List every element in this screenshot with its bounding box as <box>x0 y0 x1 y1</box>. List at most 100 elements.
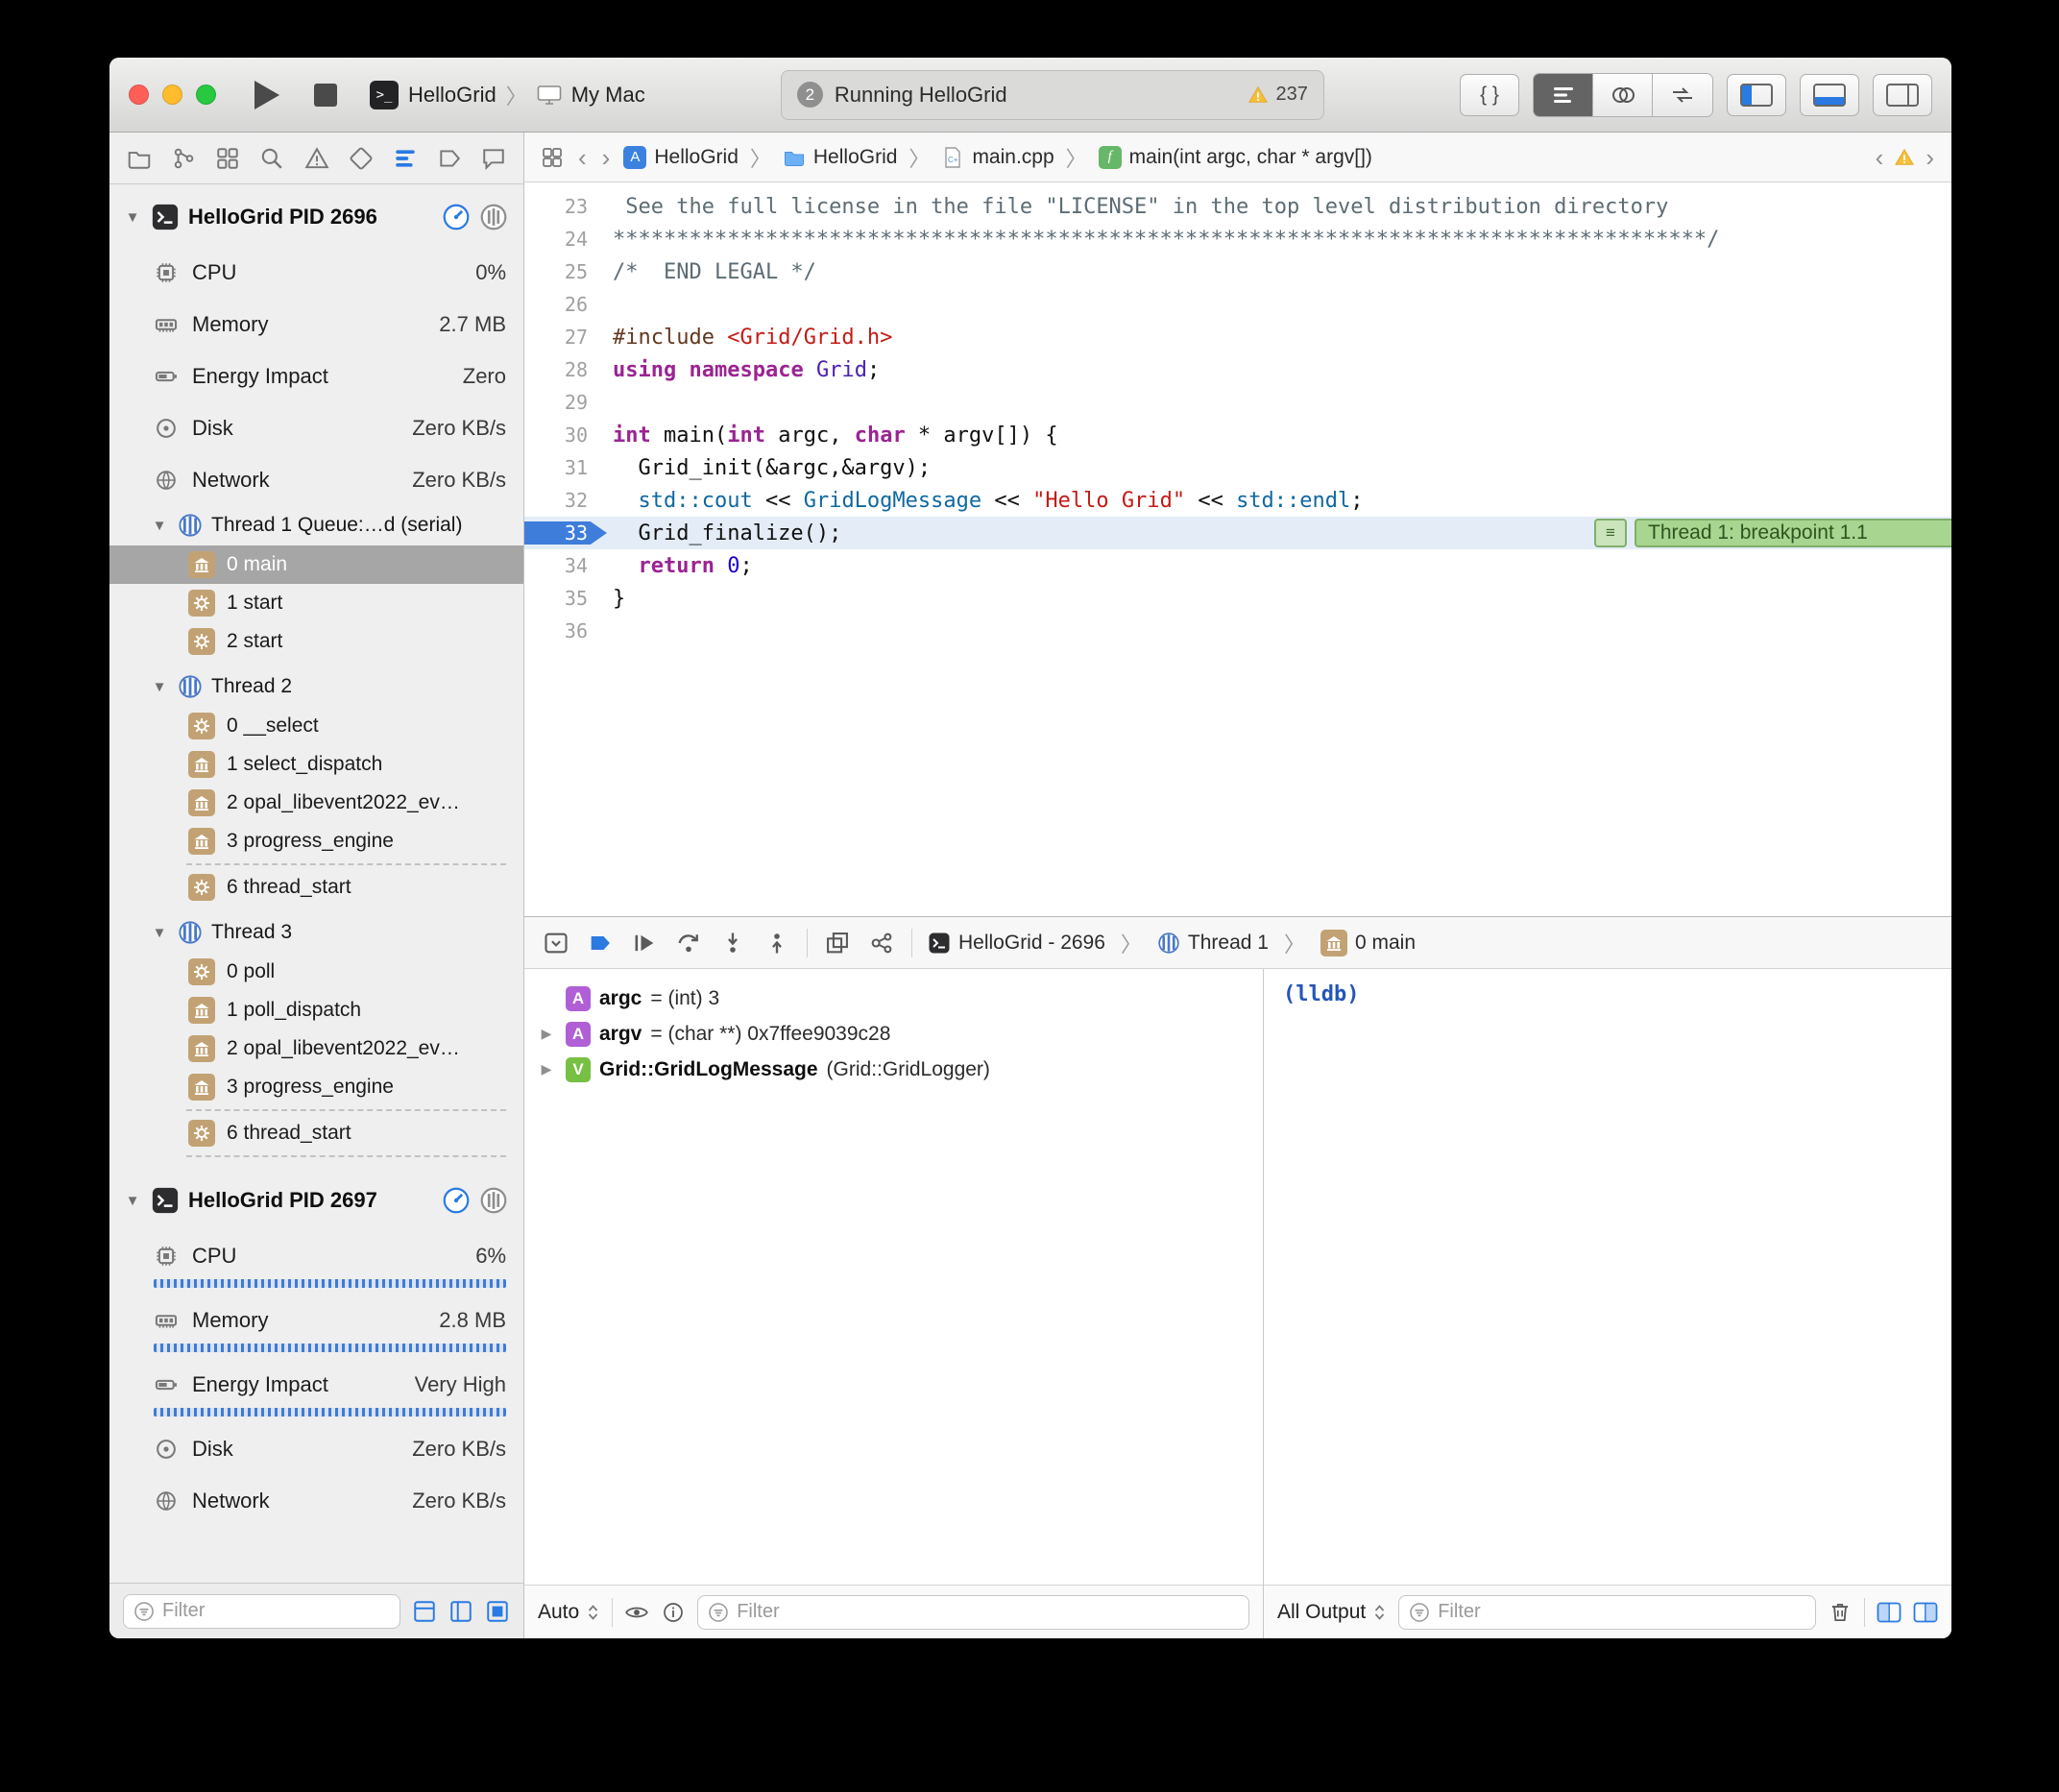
process-row[interactable]: ▼HelloGrid PID 2696 <box>109 194 523 240</box>
disclosure-triangle[interactable]: ▼ <box>123 209 142 226</box>
source-control-navigator-tab[interactable] <box>169 144 198 173</box>
code-line-25[interactable]: 25/* END LEGAL */ <box>524 255 1951 288</box>
toggle-debug-area-button[interactable] <box>1800 74 1859 116</box>
frame-row[interactable]: 1 start <box>109 584 523 622</box>
code-line-29[interactable]: 29 <box>524 386 1951 419</box>
frame-row[interactable]: 1 select_dispatch <box>109 745 523 784</box>
breadcrumb-project[interactable]: A HelloGrid <box>623 146 739 169</box>
next-issue-button[interactable]: › <box>1924 145 1936 170</box>
forward-button[interactable]: › <box>600 145 613 170</box>
test-navigator-tab[interactable] <box>347 144 375 173</box>
show-console-view-button[interactable] <box>1913 1600 1938 1625</box>
project-navigator-tab[interactable] <box>125 144 154 173</box>
console-output[interactable]: (lldb) <box>1264 969 1951 1585</box>
code-line-27[interactable]: 27#include <Grid/Grid.h> <box>524 321 1951 353</box>
line-number[interactable]: 28 <box>524 358 607 381</box>
breakpoint-navigator-tab[interactable] <box>435 144 464 173</box>
frame-row[interactable]: 2 opal_libevent2022_ev… <box>109 784 523 822</box>
close-window-button[interactable] <box>129 85 149 105</box>
navigator-filter-field[interactable]: Filter <box>123 1594 400 1629</box>
thread-row[interactable]: ▼Thread 1 Queue:…d (serial) <box>109 505 523 545</box>
line-number[interactable]: 34 <box>524 554 607 577</box>
line-number[interactable]: 36 <box>524 619 607 642</box>
line-number[interactable]: 27 <box>524 326 607 349</box>
frame-row[interactable]: 0 main <box>109 545 523 584</box>
warning-count[interactable]: 237 <box>1247 84 1307 106</box>
quick-look-eye-icon[interactable] <box>624 1600 649 1625</box>
issue-navigator-tab[interactable] <box>303 144 331 173</box>
version-editor-button[interactable] <box>1653 74 1712 116</box>
show-only-flat-view-button[interactable] <box>412 1599 437 1624</box>
step-into-button[interactable] <box>718 929 747 957</box>
thread-row[interactable]: ▼Thread 3 <box>109 912 523 953</box>
code-line-24[interactable]: 24**************************************… <box>524 223 1951 255</box>
assistant-editor-button[interactable] <box>1593 74 1653 116</box>
breakpoint-annotation[interactable]: Thread 1: breakpoint 1.1 <box>1635 519 1951 547</box>
line-number[interactable]: 31 <box>524 456 607 479</box>
disclosure-triangle[interactable]: ▶ <box>536 1061 557 1078</box>
minimize-window-button[interactable] <box>162 85 182 105</box>
debug-breadcrumb-thread[interactable]: Thread 1 <box>1157 932 1269 955</box>
variables-filter-field[interactable]: Filter <box>697 1595 1249 1630</box>
code-line-28[interactable]: 28using namespace Grid; <box>524 353 1951 386</box>
source-editor[interactable]: 23 See the full license in the file "LIC… <box>524 182 1951 916</box>
breadcrumb-symbol[interactable]: f main(int argc, char * argv[]) <box>1099 146 1372 169</box>
find-navigator-tab[interactable] <box>257 144 286 173</box>
symbol-navigator-tab[interactable] <box>213 144 242 173</box>
variable-row[interactable]: ▶Aargv = (char **) 0x7ffee9039c28 <box>524 1016 1263 1052</box>
thread-row[interactable]: ▼Thread 2 <box>109 666 523 707</box>
gauge-row-energy[interactable]: Energy ImpactVery High <box>154 1366 506 1404</box>
activity-viewer[interactable]: 2 Running HelloGrid 237 <box>781 70 1324 120</box>
gauge-row-network[interactable]: NetworkZero KB/s <box>154 461 506 499</box>
line-number[interactable]: 35 <box>524 587 607 610</box>
gauge-row-disk[interactable]: DiskZero KB/s <box>154 1430 506 1468</box>
console-scope-select[interactable]: All Output <box>1277 1601 1387 1624</box>
frame-row[interactable]: 2 opal_libevent2022_ev… <box>109 1029 523 1068</box>
stop-button[interactable] <box>314 84 337 107</box>
code-line-34[interactable]: 34 return 0; <box>524 549 1951 582</box>
breadcrumb-group[interactable]: HelloGrid <box>783 146 898 169</box>
code-line-35[interactable]: 35} <box>524 582 1951 615</box>
hide-debug-area-button[interactable] <box>542 929 570 957</box>
frame-row[interactable]: 6 thread_start <box>109 868 523 907</box>
code-line-36[interactable]: 36 <box>524 615 1951 647</box>
code-snippets-button[interactable]: { } <box>1460 74 1519 116</box>
gauge-row-cpu[interactable]: CPU0% <box>154 254 506 292</box>
gauge-row-cpu[interactable]: CPU6% <box>154 1237 506 1275</box>
line-number[interactable]: 32 <box>524 489 607 512</box>
debug-breadcrumb-process[interactable]: HelloGrid - 2696 <box>928 932 1105 955</box>
previous-issue-button[interactable]: ‹ <box>1874 145 1886 170</box>
disclosure-triangle[interactable]: ▼ <box>123 1193 142 1209</box>
show-variables-view-button[interactable] <box>1877 1600 1902 1625</box>
disclosure-triangle[interactable]: ▼ <box>150 518 169 534</box>
report-navigator-tab[interactable] <box>479 144 508 173</box>
gauge-row-memory[interactable]: Memory2.8 MB <box>154 1301 506 1340</box>
breakpoints-toggle-button[interactable] <box>586 929 615 957</box>
related-items-icon[interactable] <box>540 145 565 170</box>
gauge-row-energy[interactable]: Energy ImpactZero <box>154 357 506 396</box>
instruction-pointer-line-number[interactable]: 33 <box>524 521 607 545</box>
clear-console-trash-icon[interactable] <box>1828 1600 1853 1625</box>
step-over-button[interactable] <box>674 929 703 957</box>
gauge-row-network[interactable]: NetworkZero KB/s <box>154 1482 506 1520</box>
zoom-window-button[interactable] <box>196 85 216 105</box>
frame-row[interactable]: 3 progress_engine <box>109 1068 523 1106</box>
frame-row[interactable]: 3 progress_engine <box>109 822 523 860</box>
code-line-31[interactable]: 31 Grid_init(&argc,&argv); <box>524 451 1951 484</box>
memory-graph-button[interactable] <box>867 929 896 957</box>
frame-row[interactable]: 2 start <box>109 622 523 661</box>
view-debugger-button[interactable] <box>823 929 852 957</box>
toggle-navigator-button[interactable] <box>1727 74 1786 116</box>
breakpoint-annotation-icon[interactable]: ≡ <box>1594 519 1627 547</box>
breadcrumb-file[interactable]: C+ main.cpp <box>941 146 1054 169</box>
code-line-26[interactable]: 26 <box>524 288 1951 321</box>
variables-scope-select[interactable]: Auto <box>538 1601 600 1624</box>
scheme-selector[interactable]: >_ HelloGrid 〉 My Mac <box>370 80 645 110</box>
line-number[interactable]: 26 <box>524 293 607 316</box>
step-out-button[interactable] <box>763 929 791 957</box>
disclosure-triangle[interactable]: ▼ <box>150 925 169 941</box>
code-line-30[interactable]: 30int main(int argc, char * argv[]) { <box>524 419 1951 451</box>
line-number[interactable]: 24 <box>524 228 607 251</box>
disclosure-triangle[interactable]: ▼ <box>150 679 169 695</box>
gauge-row-disk[interactable]: DiskZero KB/s <box>154 409 506 448</box>
